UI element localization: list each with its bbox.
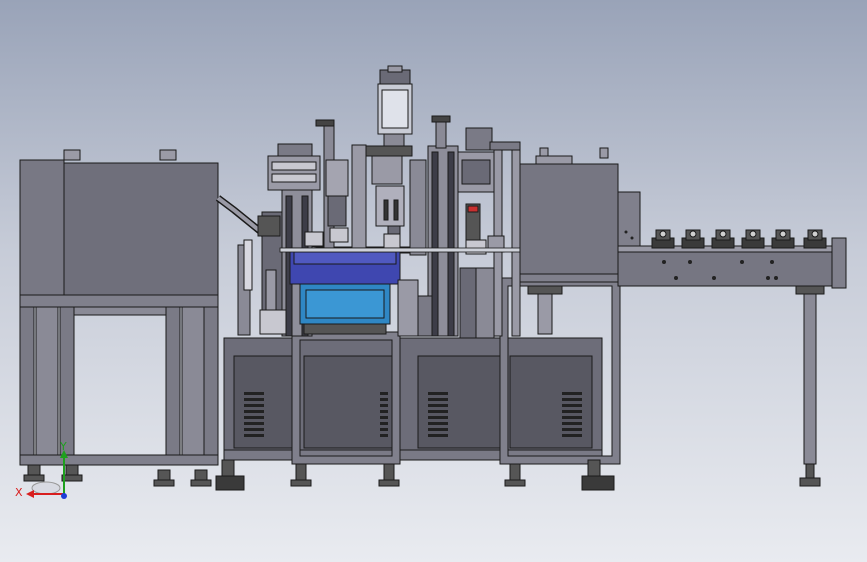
vibratory-bowl (289, 247, 401, 335)
bowl-supports (397, 279, 433, 337)
left-cabinet (19, 159, 219, 466)
cad-viewport[interactable]: X Y (0, 0, 867, 562)
z-axis-dot (61, 493, 67, 499)
triad-y-label: Y (60, 440, 67, 453)
cross-rail (279, 247, 521, 253)
central-cylinder (365, 65, 413, 251)
assembly-drawing (19, 65, 847, 499)
triad-x-label: X (15, 486, 23, 499)
top-clips-left (63, 149, 177, 161)
central-base (223, 337, 603, 461)
right-cabinet (519, 147, 619, 335)
conveyor-parts (651, 229, 827, 249)
